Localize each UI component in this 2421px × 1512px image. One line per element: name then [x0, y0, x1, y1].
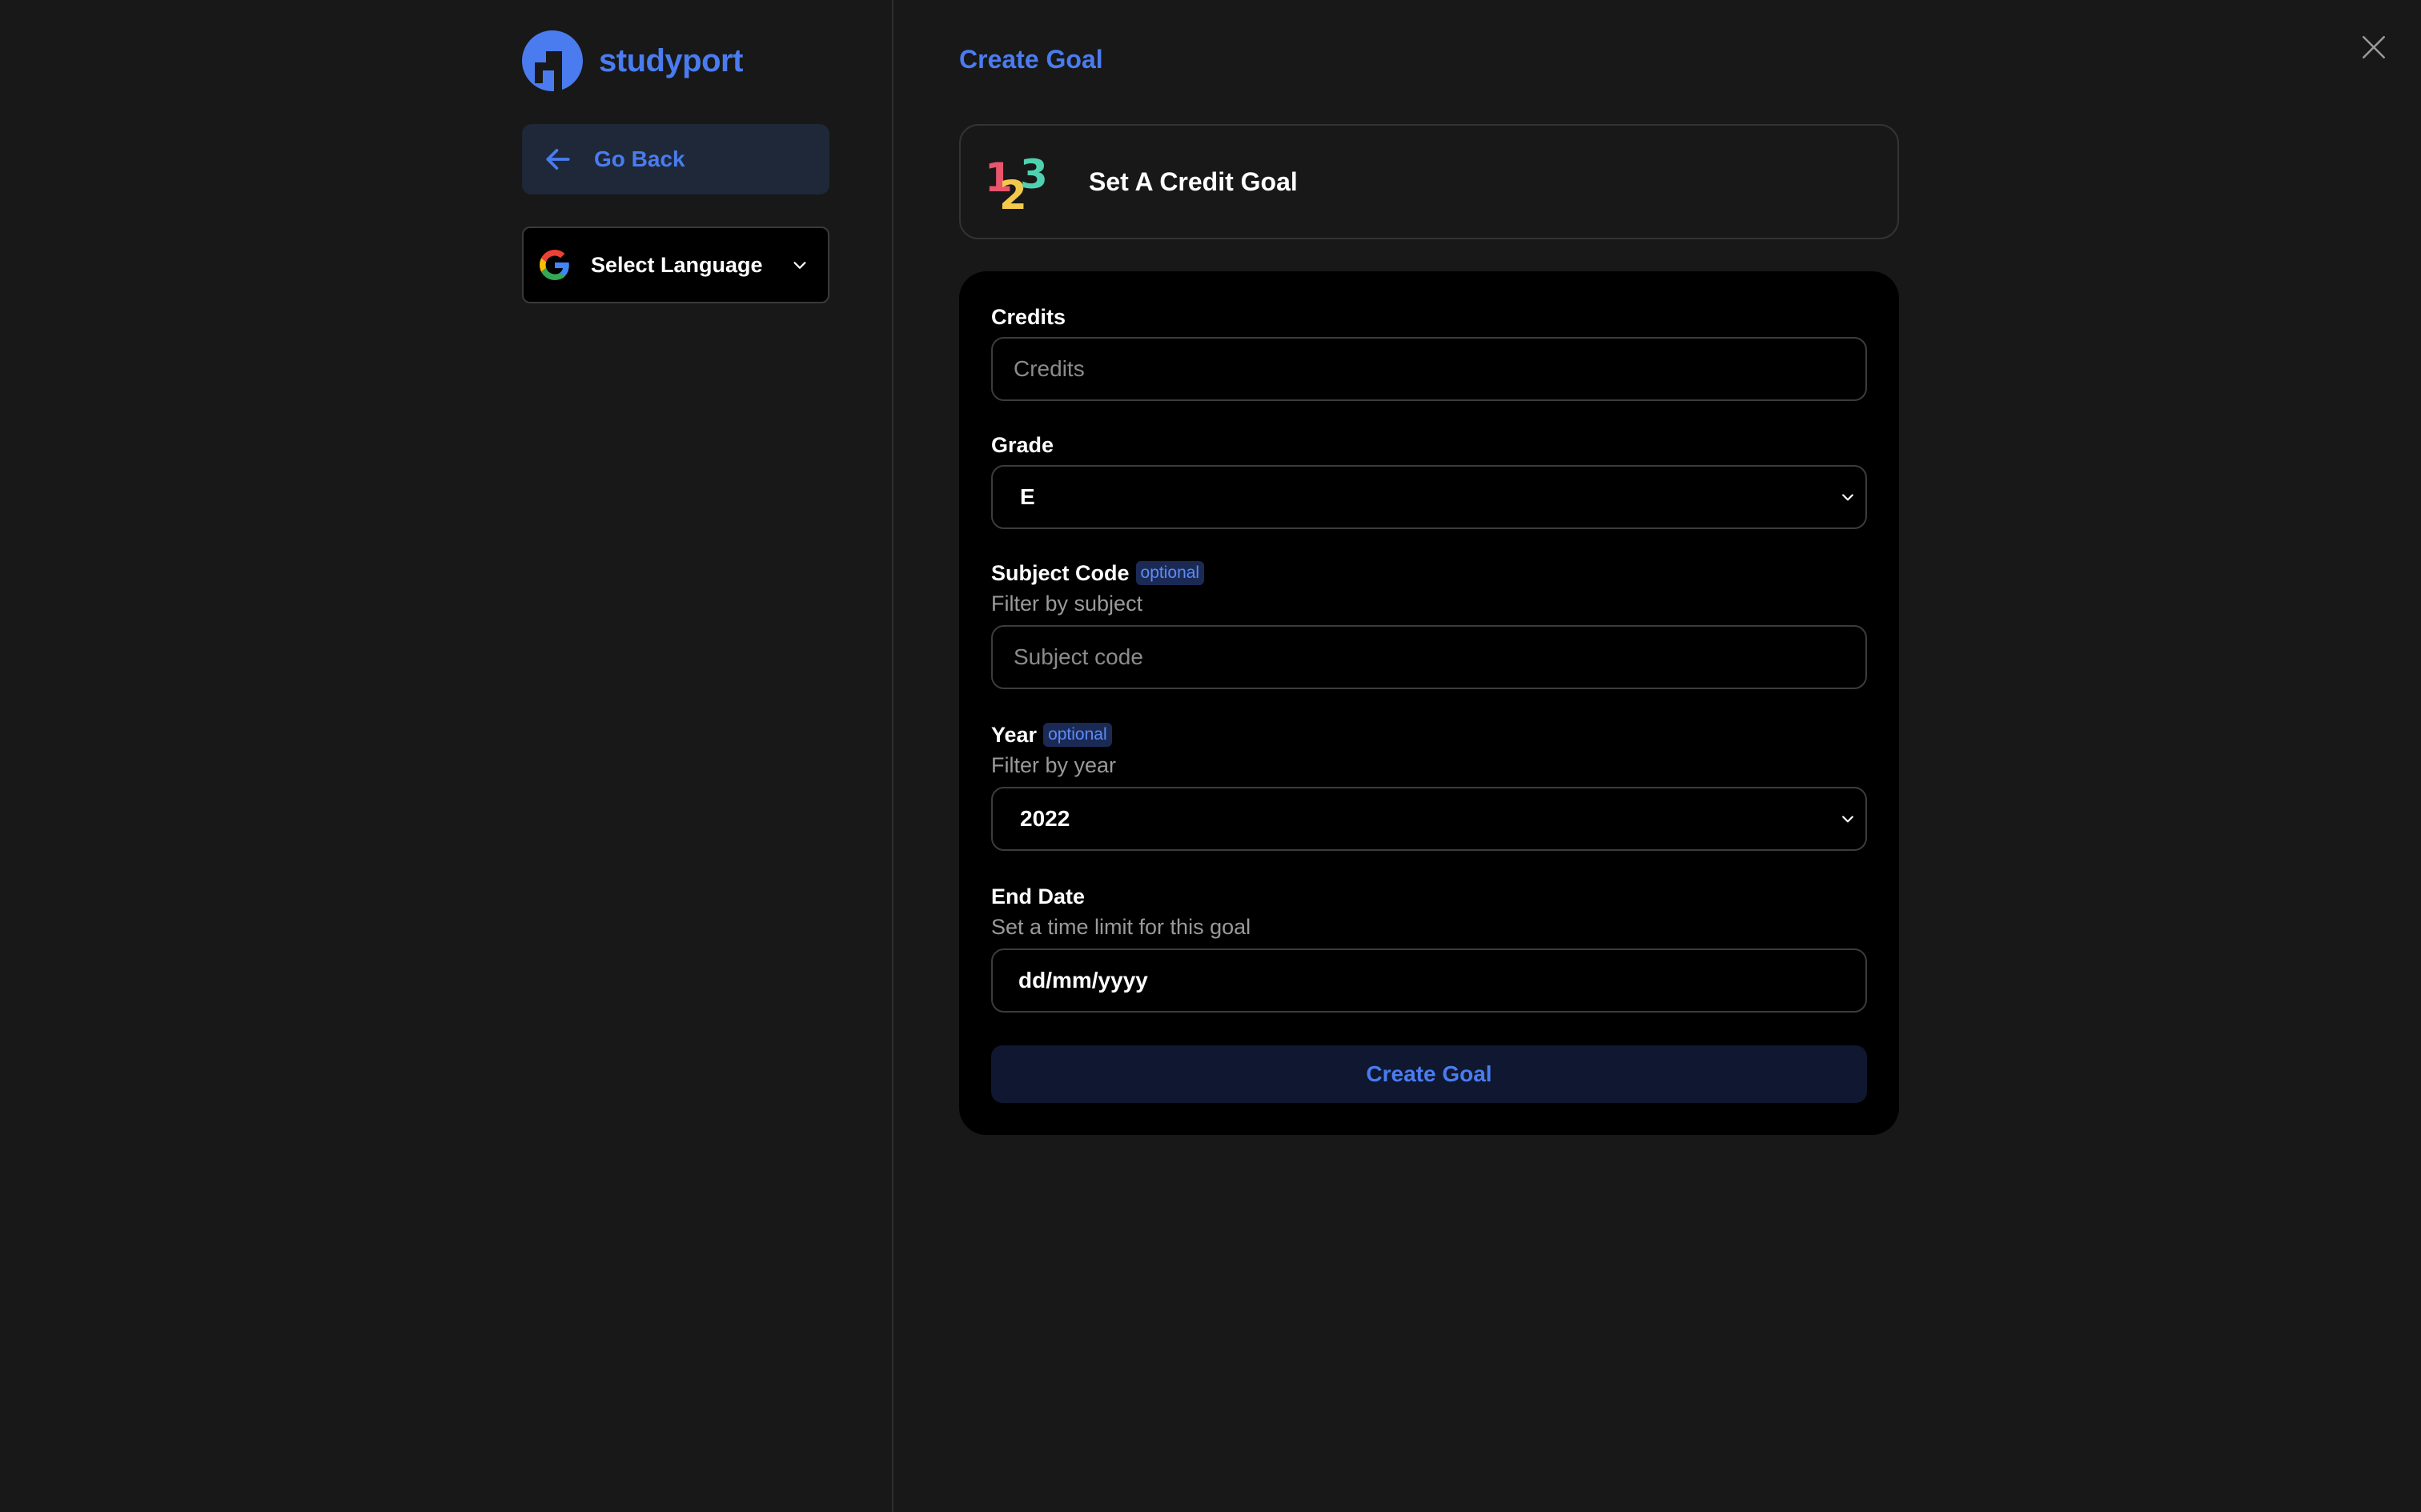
numbers-123-icon: 1 2 3 [985, 151, 1048, 212]
grade-field: Grade E [991, 431, 1867, 529]
brand[interactable]: studyport [522, 30, 743, 91]
create-goal-form: Credits Grade E Subject Code optional Fi… [959, 271, 1899, 1135]
studyport-logo-icon [522, 30, 583, 91]
close-icon [2362, 35, 2386, 59]
sidebar: studyport Go Back Select Language [0, 0, 893, 1512]
google-icon [540, 250, 569, 280]
grade-select[interactable]: E [991, 465, 1867, 529]
grade-label: Grade [991, 432, 1054, 457]
page-title: Create Goal [959, 45, 1103, 74]
language-select-label: Select Language [591, 252, 763, 277]
credit-goal-card: 1 2 3 Set A Credit Goal [959, 124, 1899, 239]
subject-code-field: Subject Code optional Filter by subject [991, 559, 1867, 689]
end-date-input[interactable]: dd/mm/yyyy [991, 949, 1867, 1013]
year-field: Year optional Filter by year 2022 [991, 721, 1867, 851]
end-date-value: dd/mm/yyyy [1018, 968, 1148, 993]
credits-input-box [991, 337, 1867, 401]
year-description: Filter by year [991, 753, 1117, 777]
subject-code-description: Filter by subject [991, 592, 1143, 616]
end-date-field: End Date Set a time limit for this goal … [991, 883, 1867, 1013]
chevron-down-icon [1842, 494, 1853, 501]
language-select[interactable]: Select Language [522, 227, 829, 303]
svg-text:3: 3 [1020, 151, 1048, 198]
credits-input[interactable] [1014, 356, 1845, 382]
arrow-left-icon [546, 149, 570, 170]
go-back-label: Go Back [594, 146, 685, 171]
year-selected-value: 2022 [1020, 806, 1070, 831]
end-date-description: Set a time limit for this goal [991, 915, 1251, 939]
chevron-down-icon [1842, 816, 1853, 823]
optional-badge: optional [1043, 723, 1112, 747]
optional-badge: optional [1135, 561, 1205, 585]
end-date-label: End Date [991, 884, 1086, 908]
year-label: Year optional [991, 721, 1867, 748]
page: studyport Go Back Select Language Create… [0, 0, 2421, 1512]
subject-code-input[interactable] [1014, 644, 1845, 670]
subject-code-label: Subject Code optional [991, 559, 1867, 587]
brand-name: studyport [599, 42, 743, 78]
goal-card-title: Set A Credit Goal [1089, 166, 1298, 196]
create-goal-button[interactable]: Create Goal [991, 1045, 1867, 1103]
grade-selected-value: E [1020, 484, 1035, 509]
subject-code-input-box [991, 625, 1867, 689]
credits-field: Credits [991, 303, 1867, 401]
go-back-button[interactable]: Go Back [522, 124, 829, 195]
year-select[interactable]: 2022 [991, 787, 1867, 851]
chevron-down-icon [793, 262, 806, 269]
credits-label: Credits [991, 304, 1066, 329]
close-button[interactable] [2360, 34, 2387, 61]
